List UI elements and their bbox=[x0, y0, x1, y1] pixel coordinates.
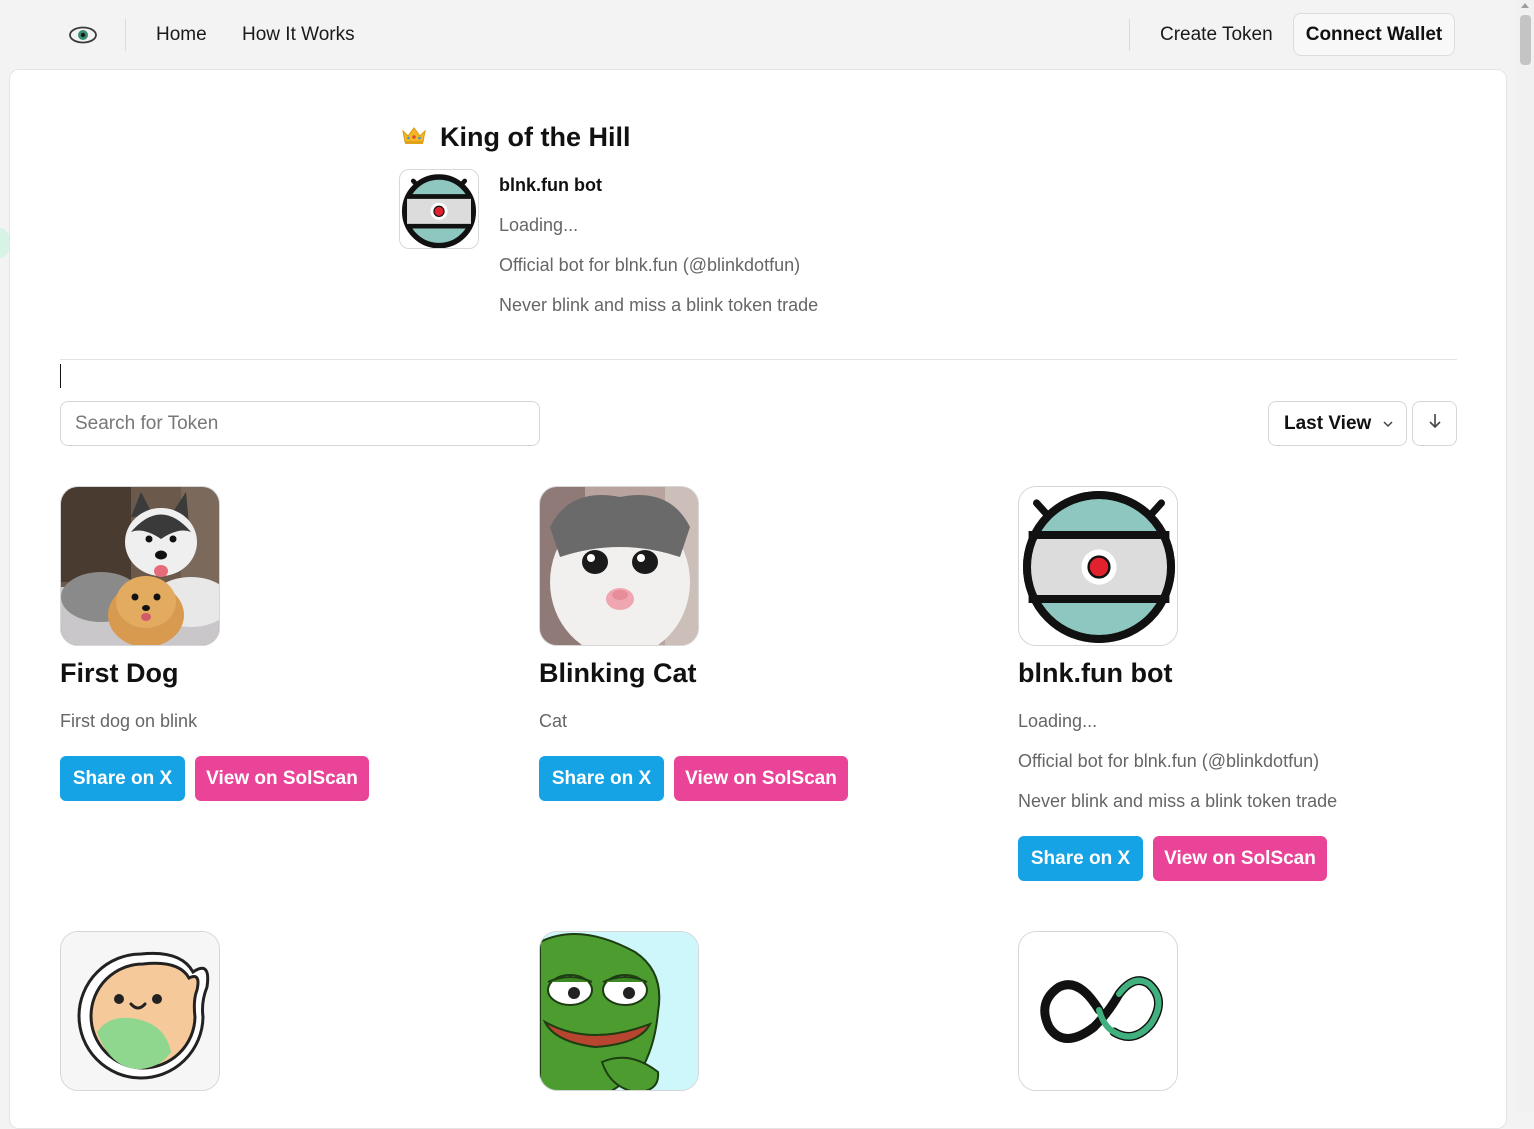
token-image-blinking-cat[interactable] bbox=[539, 486, 699, 646]
search-input[interactable] bbox=[60, 401, 540, 446]
token-card bbox=[539, 931, 979, 1091]
scroll-up-arrow-icon[interactable] bbox=[1521, 3, 1529, 8]
share-on-x-button[interactable]: Share on X bbox=[539, 756, 664, 801]
token-image-pepe[interactable] bbox=[539, 931, 699, 1091]
nav-divider bbox=[1129, 19, 1130, 51]
nav-divider bbox=[125, 19, 126, 51]
sort-direction-button[interactable] bbox=[1412, 401, 1457, 446]
token-name[interactable]: Blinking Cat bbox=[539, 658, 697, 689]
token-description: Official bot for blnk.fun (@blinkdotfun) bbox=[1018, 751, 1320, 771]
king-of-the-hill-title: King of the Hill bbox=[440, 122, 631, 152]
nav-link-home[interactable]: Home bbox=[156, 24, 207, 46]
section-divider bbox=[60, 359, 1457, 360]
token-image-blnk-fun-bot[interactable] bbox=[1018, 486, 1178, 646]
koth-token-tagline: Never blink and miss a blink token trade bbox=[499, 295, 819, 315]
token-card: First Dog First dog on blink Share on X … bbox=[60, 486, 500, 801]
king-of-the-hill-header: King of the Hill bbox=[400, 122, 630, 153]
token-name[interactable]: First Dog bbox=[60, 658, 179, 689]
token-actions: Share on X View on SolScan bbox=[1018, 836, 1327, 881]
token-actions: Share on X View on SolScan bbox=[60, 756, 369, 801]
token-image-blob-mascot[interactable] bbox=[60, 931, 220, 1091]
page-scrollbar[interactable] bbox=[1516, 0, 1534, 1111]
sort-select[interactable]: Last View bbox=[1268, 401, 1407, 446]
create-token-link[interactable]: Create Token bbox=[1160, 24, 1273, 46]
koth-token-description: Official bot for blnk.fun (@blinkdotfun) bbox=[499, 255, 801, 275]
view-on-solscan-button[interactable]: View on SolScan bbox=[1153, 836, 1327, 881]
view-on-solscan-button[interactable]: View on SolScan bbox=[195, 756, 369, 801]
token-image-infinity-logo[interactable] bbox=[1018, 931, 1178, 1091]
text-caret bbox=[60, 364, 61, 388]
connect-wallet-button[interactable]: Connect Wallet bbox=[1293, 13, 1455, 56]
token-card bbox=[60, 931, 500, 1091]
token-description: First dog on blink bbox=[60, 711, 198, 731]
token-name[interactable]: blnk.fun bot bbox=[1018, 658, 1172, 689]
share-on-x-button[interactable]: Share on X bbox=[60, 756, 185, 801]
arrow-down-icon bbox=[1427, 412, 1443, 435]
share-on-x-button[interactable]: Share on X bbox=[1018, 836, 1143, 881]
sort-select-label: Last View bbox=[1284, 412, 1372, 434]
crown-icon bbox=[400, 124, 428, 151]
token-card: Blinking Cat Cat Share on X View on SolS… bbox=[539, 486, 979, 801]
token-tagline: Never blink and miss a blink token trade bbox=[1018, 791, 1338, 811]
nav-link-how-it-works[interactable]: How It Works bbox=[242, 24, 355, 46]
token-image-first-dog[interactable] bbox=[60, 486, 220, 646]
koth-token-name[interactable]: blnk.fun bot bbox=[499, 175, 602, 196]
koth-token-avatar[interactable] bbox=[399, 169, 479, 249]
top-navigation: Home How It Works Create Token Connect W… bbox=[0, 0, 1516, 70]
eye-logo-icon[interactable] bbox=[62, 14, 104, 56]
view-on-solscan-button[interactable]: View on SolScan bbox=[674, 756, 848, 801]
token-actions: Share on X View on SolScan bbox=[539, 756, 848, 801]
token-card bbox=[1018, 931, 1458, 1091]
koth-token-status: Loading... bbox=[499, 215, 579, 235]
scroll-thumb[interactable] bbox=[1520, 15, 1531, 65]
token-card: blnk.fun bot Loading... Official bot for… bbox=[1018, 486, 1458, 881]
token-status: Loading... bbox=[1018, 711, 1098, 731]
chevron-down-icon bbox=[1382, 417, 1394, 435]
token-description: Cat bbox=[539, 711, 568, 731]
